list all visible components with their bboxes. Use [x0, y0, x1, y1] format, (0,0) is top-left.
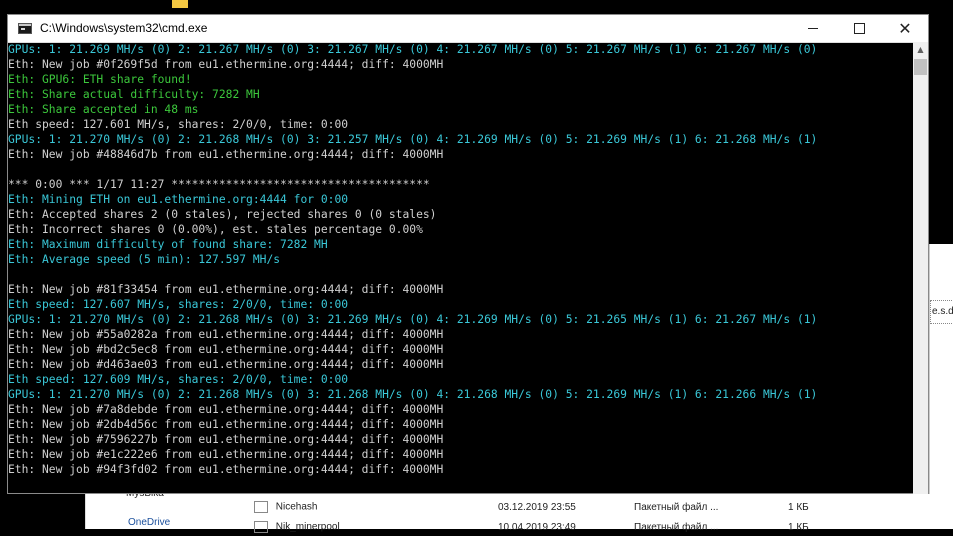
console-line: Eth: Maximum difficulty of found share: …	[8, 238, 328, 251]
file-date: 03.12.2019 23:55	[498, 502, 576, 513]
minimize-button[interactable]	[790, 15, 836, 42]
vertical-scrollbar[interactable]: ▲	[913, 42, 928, 494]
batch-file-icon	[254, 501, 268, 513]
folder-icon	[172, 0, 188, 8]
console-line: Eth: Average speed (5 min): 127.597 MH/s	[8, 253, 281, 266]
file-size: 1 КБ	[788, 522, 809, 533]
file-date: 10.04.2019 23:49	[498, 522, 576, 533]
console-line: Eth: New job #0f269f5d from eu1.ethermin…	[8, 58, 444, 71]
file-name: Nik_minerpool	[275, 521, 340, 533]
title-bar[interactable]: C:\Windows\system32\cmd.exe ✕	[8, 15, 928, 43]
console-line: Eth: New job #2db4d56c from eu1.ethermin…	[8, 418, 444, 431]
scroll-thumb[interactable]	[914, 59, 927, 75]
close-icon: ✕	[898, 18, 912, 38]
console-line: Eth: New job #e1c222e6 from eu1.ethermin…	[8, 448, 444, 461]
cmd-window[interactable]: C:\Windows\system32\cmd.exe ✕ GPUs: 1: 2…	[7, 14, 929, 494]
explorer-file-list: MysBika OneDrive Nicehash 03.12.2019 23:…	[85, 488, 953, 533]
maximize-button[interactable]	[836, 15, 882, 42]
console-line: Eth: GPU6: ETH share found!	[8, 73, 192, 86]
console-line: Eth: New job #81f33454 from eu1.ethermin…	[8, 283, 444, 296]
console-line: Eth: Accepted shares 2 (0 stales), rejec…	[8, 208, 437, 221]
console-line: Eth speed: 127.601 MH/s, shares: 2/0/0, …	[8, 118, 349, 131]
nav-item-onedrive[interactable]: OneDrive	[128, 517, 170, 528]
console-line: Eth: Incorrect shares 0 (0.00%), est. st…	[8, 223, 423, 236]
file-type: Пакетный файл ...	[634, 502, 719, 513]
console-line: Eth speed: 127.607 MH/s, shares: 2/0/0, …	[8, 298, 349, 311]
console-line: Eth: Share actual difficulty: 7282 MH	[8, 88, 260, 101]
maximize-icon	[853, 23, 865, 34]
close-button[interactable]: ✕	[882, 15, 928, 42]
file-row[interactable]: Nik_minerpool	[254, 521, 340, 535]
console-line: Eth: New job #bd2c5ec8 from eu1.ethermin…	[8, 343, 444, 356]
console-line: Eth: New job #55a0282a from eu1.ethermin…	[8, 328, 444, 341]
file-size: 1 КБ	[788, 502, 809, 513]
console-line: Eth: New job #94f3fd02 from eu1.ethermin…	[8, 463, 444, 476]
file-type: Пакетный файл ...	[634, 522, 719, 533]
console-line: GPUs: 1: 21.270 MH/s (0) 2: 21.268 MH/s …	[8, 133, 818, 146]
console-line: GPUs: 1: 21.269 MH/s (0) 2: 21.267 MH/s …	[8, 43, 818, 56]
console-line: Eth: New job #7a8debde from eu1.ethermin…	[8, 403, 444, 416]
console-line: GPUs: 1: 21.270 MH/s (0) 2: 21.268 MH/s …	[8, 313, 818, 326]
scroll-up-arrow-icon[interactable]: ▲	[913, 42, 928, 56]
window-title: C:\Windows\system32\cmd.exe	[40, 21, 208, 35]
console-line: Eth: New job #d463ae03 from eu1.ethermin…	[8, 358, 444, 371]
file-name: Nicehash	[275, 501, 318, 513]
console-line: Eth speed: 127.609 MH/s, shares: 2/0/0, …	[8, 373, 349, 386]
explorer-side-pane: e.s.d	[929, 244, 953, 494]
console-line: *** 0:00 *** 1/17 11:27 ****************…	[8, 178, 430, 191]
console-line: Eth: New job #7596227b from eu1.ethermin…	[8, 433, 444, 446]
batch-file-icon	[254, 521, 268, 533]
console-line: GPUs: 1: 21.270 MH/s (0) 2: 21.268 MH/s …	[8, 388, 818, 401]
desktop-background-top	[0, 0, 953, 14]
console-output[interactable]: GPUs: 1: 21.269 MH/s (0) 2: 21.267 MH/s …	[8, 42, 913, 494]
console-line: Eth: Share accepted in 48 ms	[8, 103, 199, 116]
cmd-icon[interactable]	[18, 23, 32, 34]
minimize-icon	[808, 28, 818, 29]
console-line: Eth: New job #48846d7b from eu1.ethermin…	[8, 148, 444, 161]
explorer-side-peek-text: e.s.d	[932, 306, 953, 317]
file-row[interactable]: Nicehash	[254, 501, 317, 515]
console-line: Eth: Mining ETH on eu1.ethermine.org:444…	[8, 193, 349, 206]
